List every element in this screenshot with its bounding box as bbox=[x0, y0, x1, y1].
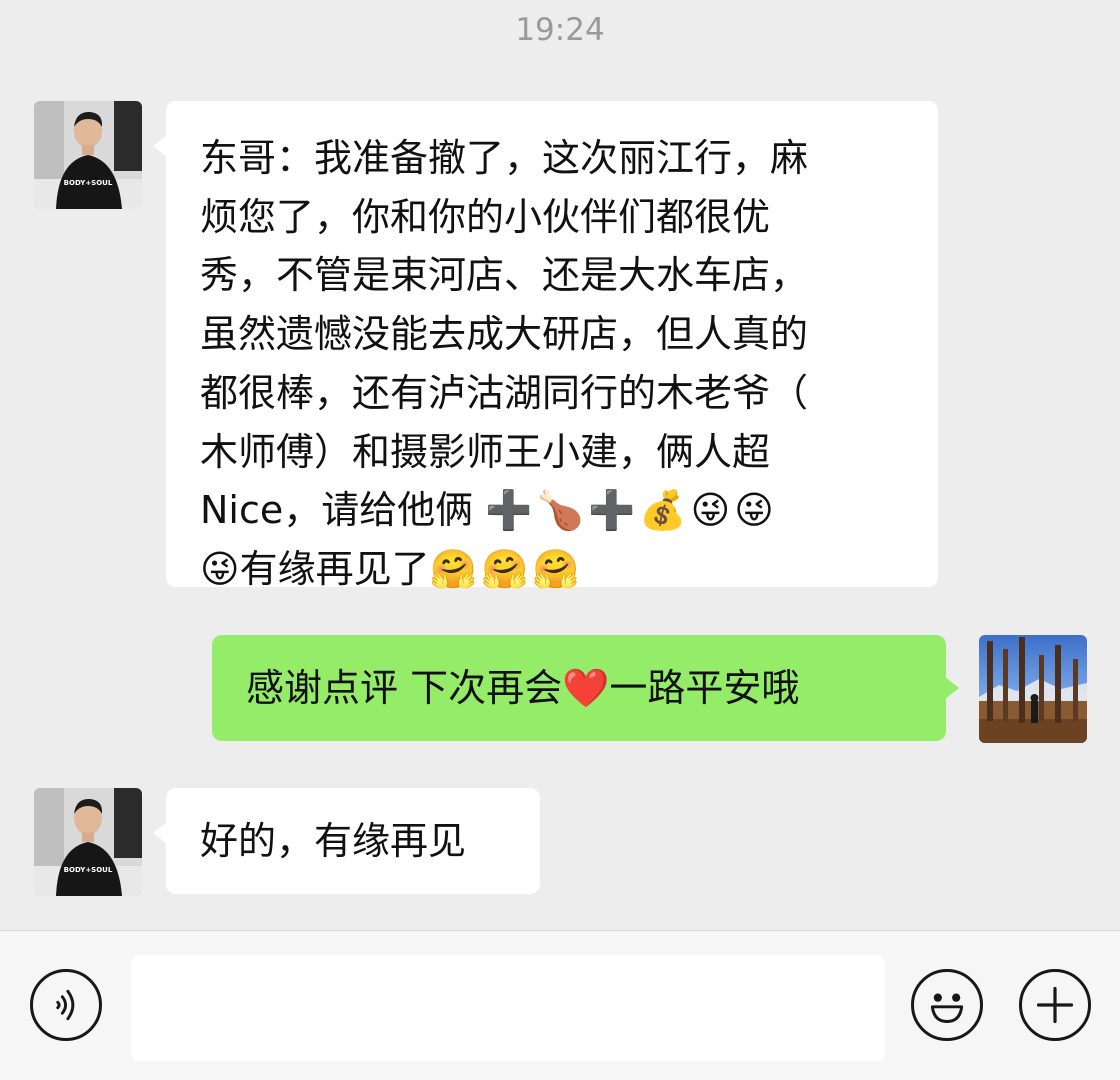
plus-icon bbox=[1036, 986, 1074, 1024]
message-line: 东哥：我准备撤了，这次丽江行，麻 bbox=[200, 136, 809, 180]
avatar-man-icon: BODY+SOUL bbox=[34, 788, 142, 896]
message-line: Nice，请给他俩 ➕🍗➕💰😜😜 bbox=[200, 481, 908, 540]
message-input[interactable] bbox=[131, 955, 885, 1061]
voice-icon bbox=[56, 989, 75, 1021]
contact-avatar[interactable]: BODY+SOUL bbox=[34, 788, 142, 896]
message-text: 好的，有缘再见 bbox=[200, 818, 467, 863]
emoji-button[interactable] bbox=[911, 969, 983, 1041]
emoji-sequence: 🤗🤗🤗 bbox=[429, 546, 584, 591]
message-line: 都很棒，还有泸沽湖同行的木老爷（ bbox=[200, 370, 809, 415]
message-line: 😜有缘再见了🤗🤗🤗 bbox=[200, 540, 908, 599]
message-line: 秀，不管是束河店、还是大水车店， bbox=[200, 253, 809, 298]
message-text: Nice，请给他俩 bbox=[200, 488, 474, 533]
incoming-message-bubble[interactable]: 好的，有缘再见 bbox=[153, 788, 540, 894]
avatar-landscape-icon bbox=[979, 635, 1087, 743]
chat-input-bar bbox=[0, 930, 1120, 1080]
message-line: 虽然遗憾没能去成大研店，但人真的 bbox=[200, 312, 809, 357]
svg-text:BODY+SOUL: BODY+SOUL bbox=[64, 866, 113, 874]
message-line: 木师傅）和摄影师王小建，俩人超 bbox=[200, 429, 771, 474]
message-timestamp: 19:24 bbox=[515, 12, 605, 48]
my-avatar[interactable] bbox=[979, 635, 1087, 743]
emoji-icon bbox=[930, 993, 964, 1023]
incoming-message-bubble[interactable]: 东哥：我准备撤了，这次丽江行，麻 烦您了，你和你的小伙伴们都很优 秀，不管是束河… bbox=[153, 101, 938, 591]
avatar-man-icon: BODY+SOUL bbox=[34, 101, 142, 209]
svg-text:BODY+SOUL: BODY+SOUL bbox=[64, 179, 113, 187]
voice-button[interactable] bbox=[30, 969, 102, 1041]
outgoing-message-bubble[interactable]: 感谢点评 下次再会 ❤️ 一路平安哦 bbox=[212, 635, 959, 741]
message-text: 有缘再见了 bbox=[239, 546, 430, 591]
message-line: 烦您了，你和你的小伙伴们都很优 bbox=[200, 194, 771, 239]
emoji-sequence: ➕🍗➕💰😜😜 bbox=[485, 488, 778, 533]
message-text: 一路平安哦 bbox=[609, 665, 800, 710]
message-text: 感谢点评 下次再会 bbox=[246, 665, 563, 710]
wink-tongue-emoji: 😜 bbox=[200, 546, 240, 591]
heart-emoji: ❤️ bbox=[562, 665, 610, 710]
more-button[interactable] bbox=[1019, 969, 1091, 1041]
contact-avatar[interactable]: BODY+SOUL bbox=[34, 101, 142, 209]
